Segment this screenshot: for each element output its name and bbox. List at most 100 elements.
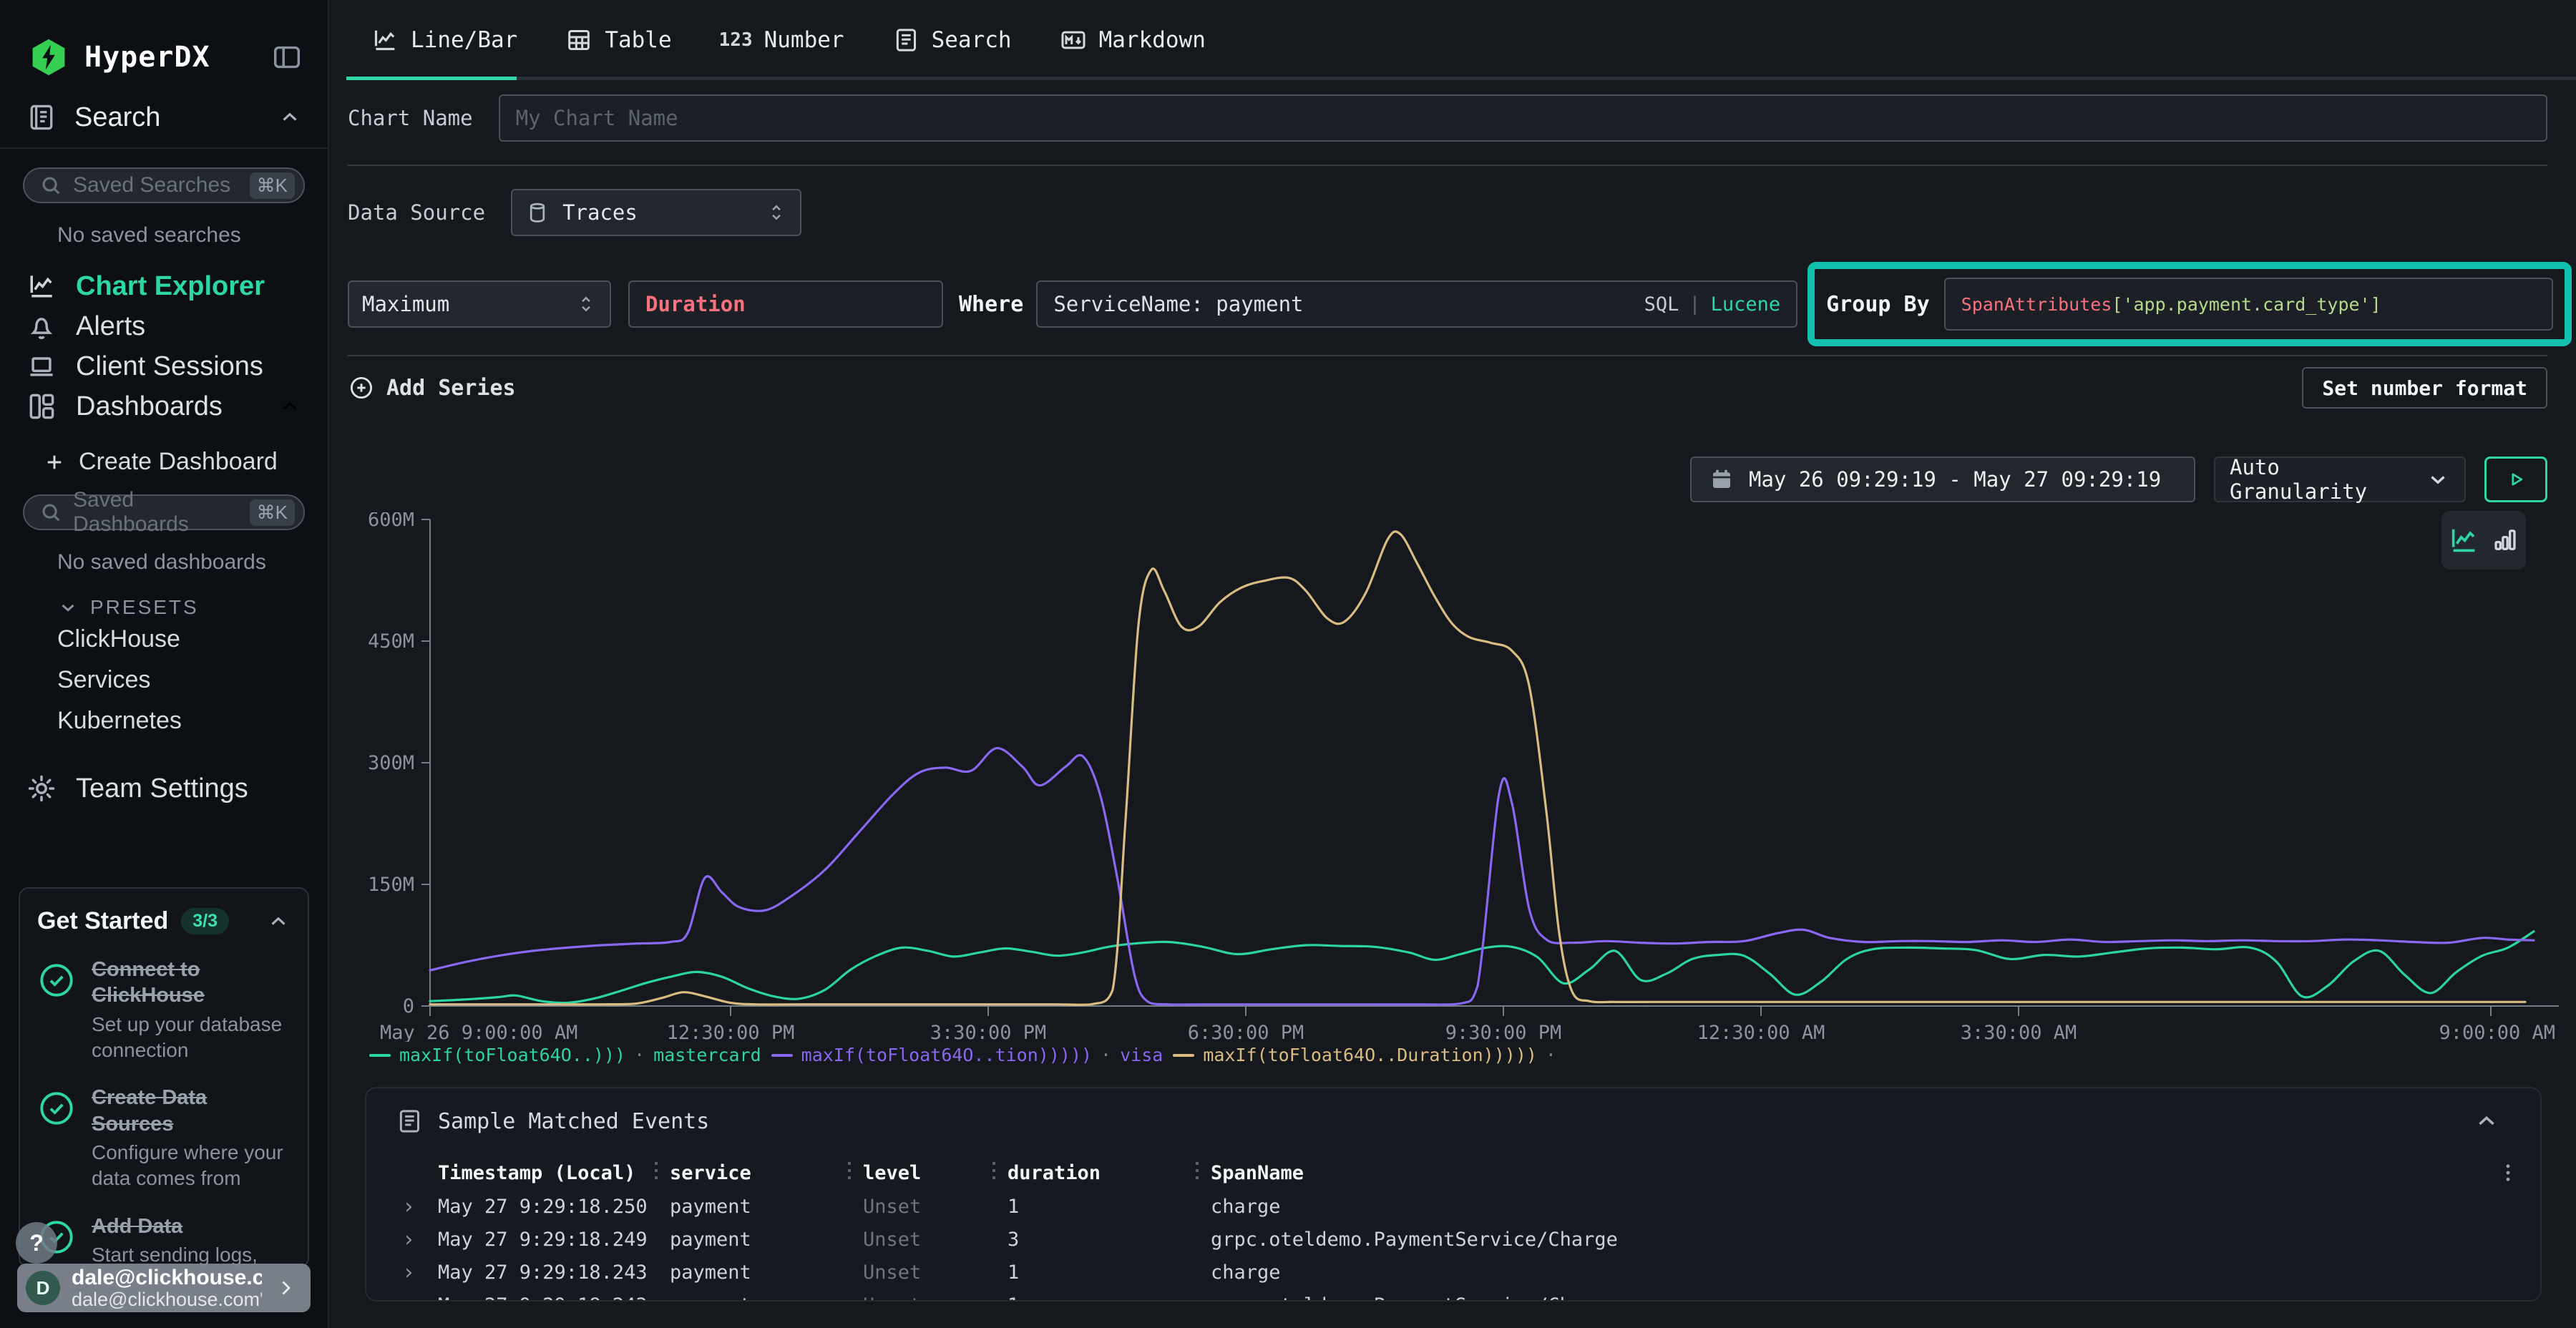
preset-kubernetes[interactable]: Kubernetes: [0, 700, 328, 741]
row-expand-chevron-icon[interactable]: ›: [392, 1194, 438, 1219]
granularity-select[interactable]: Auto Granularity: [2214, 456, 2466, 502]
saved-searches-input[interactable]: Saved Searches ⌘K: [23, 167, 305, 203]
chevron-up-icon[interactable]: [266, 909, 291, 934]
sidebar-section-search[interactable]: Search: [0, 77, 328, 149]
cell-spanname: grpc.oteldemo.PaymentService/Charge: [1211, 1294, 2497, 1302]
metric-field-input[interactable]: Duration: [628, 280, 943, 328]
tab-markdown[interactable]: Markdown: [1059, 26, 1206, 54]
help-button[interactable]: ?: [16, 1222, 57, 1264]
set-number-format-button[interactable]: Set number format: [2302, 367, 2547, 409]
column-header-level[interactable]: level: [863, 1162, 992, 1184]
cell-timestamp: May 27 9:29:18.249 AM: [438, 1229, 654, 1251]
column-separator[interactable]: [992, 1162, 996, 1183]
lucene-mode-toggle[interactable]: Lucene: [1711, 293, 1781, 316]
svg-text:300M: 300M: [368, 752, 414, 774]
line-view-toggle-icon[interactable]: [2447, 524, 2480, 557]
main-content: Line/Bar Table 123 Number Search Markdow…: [329, 0, 2576, 1328]
group-by-argument: ['app.payment.card_type']: [2112, 294, 2381, 315]
run-query-button[interactable]: [2484, 456, 2547, 502]
events-table-header: Timestamp (Local) service level duration…: [366, 1156, 2540, 1190]
journal-icon: [26, 102, 57, 133]
number-123-icon: 123: [719, 29, 753, 51]
get-started-item-add-data[interactable]: Add Data Start sending logs, metrics, or…: [37, 1214, 291, 1268]
get-started-item-title: Create Data Sources: [92, 1085, 291, 1137]
create-dashboard-button[interactable]: Create Dashboard: [0, 426, 328, 476]
search-icon: [39, 500, 63, 524]
table-options-kebab-icon[interactable]: [2496, 1161, 2540, 1185]
chart-name-field[interactable]: [499, 94, 2547, 142]
legend-group-value: visa: [1120, 1045, 1163, 1065]
sidebar-item-dashboards[interactable]: Dashboards: [0, 386, 328, 426]
chart-type-tabs: Line/Bar Table 123 Number Search Markdow…: [329, 0, 2576, 80]
column-separator[interactable]: [847, 1162, 852, 1183]
preset-services[interactable]: Services: [0, 660, 328, 700]
table-row[interactable]: › May 27 9:29:18.243 AM payment Unset 1 …: [366, 1256, 2540, 1289]
cell-spanname: charge: [1211, 1261, 2497, 1284]
preset-clickhouse[interactable]: ClickHouse: [0, 619, 328, 660]
legend-separator: ·: [1101, 1045, 1111, 1065]
collapse-sidebar-icon[interactable]: [270, 41, 303, 74]
group-by-input[interactable]: SpanAttributes['app.payment.card_type']: [1944, 278, 2553, 331]
sidebar-item-team-settings[interactable]: Team Settings: [0, 741, 328, 804]
sidebar: HyperDX Search Saved Searches ⌘K No save…: [0, 0, 329, 1328]
row-expand-chevron-icon[interactable]: ›: [392, 1260, 438, 1285]
column-header-duration[interactable]: duration: [1008, 1162, 1195, 1184]
saved-dashboards-input[interactable]: Saved Dashboards ⌘K: [23, 494, 305, 530]
get-started-progress-badge: 3/3: [181, 908, 229, 934]
svg-text:6:30:00 PM: 6:30:00 PM: [1188, 1022, 1304, 1042]
cell-duration: 1: [1008, 1261, 1195, 1284]
get-started-item-title: Add Data: [92, 1214, 291, 1239]
data-source-select[interactable]: Traces: [511, 189, 801, 236]
tab-line-bar[interactable]: Line/Bar: [371, 26, 517, 54]
column-separator[interactable]: [654, 1162, 658, 1183]
get-started-item-connect[interactable]: Connect to ClickHouse Set up your databa…: [37, 957, 291, 1063]
sql-mode-toggle[interactable]: SQL: [1644, 293, 1679, 316]
tab-label: Table: [605, 27, 671, 53]
column-header-spanname[interactable]: SpanName: [1211, 1162, 2497, 1184]
sidebar-item-client-sessions[interactable]: Client Sessions: [0, 346, 328, 386]
legend-item-visa[interactable]: maxIf(toFloat64O..tion))))) · visa: [771, 1045, 1163, 1065]
database-icon: [525, 200, 550, 225]
collapse-section-icon[interactable]: [2473, 1108, 2500, 1135]
user-menu[interactable]: D dale@clickhouse.com dale@clickhouse.co…: [17, 1264, 311, 1312]
chart-name-input[interactable]: [516, 106, 2530, 130]
tab-search[interactable]: Search: [892, 26, 1012, 54]
svg-text:May 26 9:00:00 AM: May 26 9:00:00 AM: [380, 1022, 577, 1042]
table-row[interactable]: › May 27 9:29:18.249 AM payment Unset 3 …: [366, 1223, 2540, 1256]
tab-table[interactable]: Table: [565, 26, 671, 54]
timeseries-chart[interactable]: 0150M300M450M600MMay 26 9:00:00 AM12:30:…: [348, 512, 2576, 1042]
date-range-picker[interactable]: May 26 09:29:19 - May 27 09:29:19: [1690, 456, 2195, 502]
aggregation-select[interactable]: Maximum: [348, 280, 611, 328]
saved-dashboards-placeholder: Saved Dashboards: [73, 488, 240, 537]
legend-swatch: [1173, 1054, 1194, 1057]
document-list-icon: [395, 1107, 424, 1136]
shortcut-badge: ⌘K: [250, 499, 295, 526]
legend-item-mastercard[interactable]: maxIf(toFloat64O..))) · mastercard: [369, 1045, 761, 1065]
presets-toggle[interactable]: PRESETS: [0, 575, 328, 619]
row-expand-chevron-icon[interactable]: ›: [392, 1293, 438, 1302]
chart-area: 0150M300M450M600MMay 26 9:00:00 AM12:30:…: [348, 512, 2547, 1065]
table-row[interactable]: › May 27 9:29:18.243 AM payment Unset 1 …: [366, 1289, 2540, 1302]
bar-view-toggle-icon[interactable]: [2490, 525, 2520, 555]
get-started-title: Get Started: [37, 907, 168, 935]
chart-legend: maxIf(toFloat64O..))) · mastercard maxIf…: [348, 1045, 2547, 1065]
tabs-underline-track: [346, 77, 2576, 80]
column-header-timestamp[interactable]: Timestamp (Local): [438, 1162, 654, 1184]
svg-text:12:30:00 AM: 12:30:00 AM: [1697, 1022, 1825, 1042]
legend-item-unset[interactable]: maxIf(toFloat64O..Duration))))) ·: [1173, 1045, 1565, 1065]
column-header-service[interactable]: service: [670, 1162, 847, 1184]
row-expand-chevron-icon[interactable]: ›: [392, 1227, 438, 1252]
tab-number[interactable]: 123 Number: [719, 27, 844, 53]
add-series-button[interactable]: Add Series: [348, 374, 516, 401]
chart-display-toggle: [2441, 511, 2526, 570]
get-started-item-sources[interactable]: Create Data Sources Configure where your…: [37, 1085, 291, 1191]
metric-field-value: Duration: [645, 292, 746, 316]
sidebar-item-chart-explorer[interactable]: Chart Explorer: [0, 266, 328, 306]
svg-text:3:30:00 PM: 3:30:00 PM: [930, 1022, 1047, 1042]
cell-service: payment: [670, 1261, 847, 1284]
sidebar-item-alerts[interactable]: Alerts: [0, 306, 328, 346]
user-subtext: dale@clickhouse.com's: [72, 1289, 262, 1311]
table-row[interactable]: › May 27 9:29:18.250 AM payment Unset 1 …: [366, 1190, 2540, 1223]
column-separator[interactable]: [1195, 1162, 1199, 1183]
where-input[interactable]: ServiceName: payment SQL | Lucene: [1036, 280, 1797, 328]
